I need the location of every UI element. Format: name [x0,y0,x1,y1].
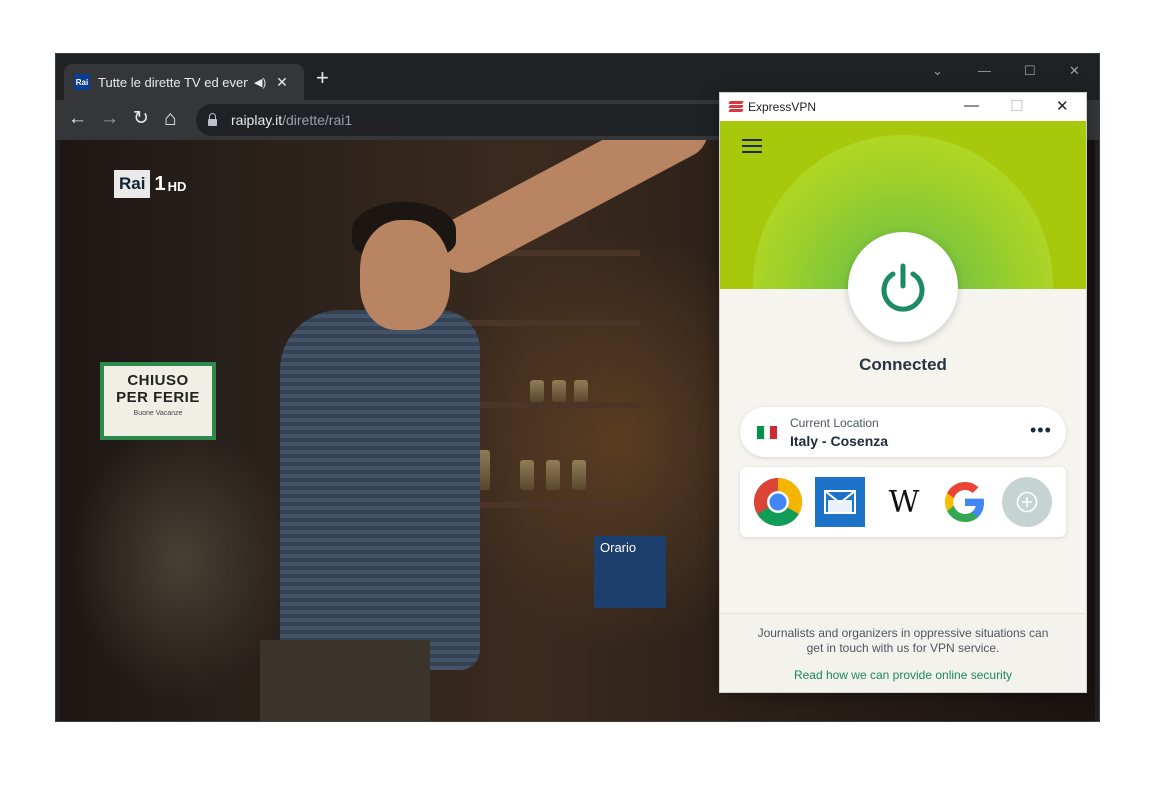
italy-flag-icon [757,426,778,439]
person-legs [260,640,430,721]
vpn-maximize-button: ☐ [1010,98,1024,115]
google-icon[interactable] [940,477,990,527]
jar [530,380,544,402]
jar [574,380,588,402]
closed-sign: CHIUSO PER FERIE Buone Vacanze [100,362,216,440]
rai-logo-brand: Rai [114,170,151,198]
rai-logo-quality: HD [167,178,187,194]
store-hours-sign: Orario [594,536,666,608]
sign-line-1: CHIUSO [127,372,189,389]
forward-button[interactable]: → [100,108,119,130]
location-label: Current Location [790,416,879,430]
minimize-button[interactable]: — [978,63,991,78]
mail-icon[interactable] [815,477,865,527]
maximize-button[interactable]: ☐ [1024,63,1036,79]
home-button[interactable]: ⌂ [164,108,177,130]
back-button[interactable]: ← [68,108,87,130]
connection-status: Connected [859,355,947,374]
jar [572,460,586,490]
wikipedia-icon[interactable]: W [879,477,929,527]
chrome-icon[interactable] [753,477,803,527]
power-button[interactable] [848,232,958,342]
sign-line-2: PER FERIE [116,389,200,406]
url-host: raiplay.it [231,112,283,128]
app-shortcuts: W [740,467,1066,537]
more-options-icon[interactable]: ••• [1030,420,1052,441]
chevron-down-icon[interactable]: ⌄ [932,63,943,79]
lock-icon[interactable] [208,112,217,126]
expressvpn-window: ExpressVPN — ☐ ✕ Connected Current Locat… [720,93,1086,692]
expressvpn-logo-icon [728,101,744,113]
location-selector[interactable]: Current Location Italy - Cosenza ••• [740,407,1066,457]
location-value: Italy - Cosenza [790,433,889,449]
vpn-app-title: ExpressVPN [748,100,817,114]
close-icon[interactable]: ✕ [276,74,288,91]
rai-logo-number: 1 [154,172,166,195]
footer-message: Journalists and organizers in oppressive… [757,626,1049,655]
url-path: /dirette/rai1 [282,112,353,128]
tab-raiplay[interactable]: Rai Tutte le dirette TV ed eventi ◀) ✕ [64,64,304,100]
tab-title: Tutte le dirette TV ed eventi [98,74,248,90]
close-window-button[interactable]: ✕ [1069,63,1080,79]
vpn-footer: Journalists and organizers in oppressive… [720,613,1086,692]
store-hours-label: Orario [600,540,637,555]
new-tab-button[interactable]: + [316,67,329,89]
vpn-minimize-button[interactable]: — [964,97,979,114]
sign-line-3: Buone Vacanze [133,410,183,417]
person-torso [280,310,480,670]
online-security-link[interactable]: Read how we can provide online security [720,668,1086,682]
jar [546,460,560,490]
channel-logo: Rai 1 HD [114,170,186,198]
jar [552,380,566,402]
jar [520,460,534,490]
person-arm [426,140,719,283]
power-icon [881,263,925,312]
vpn-titlebar: ExpressVPN — ☐ ✕ [720,93,1086,121]
hamburger-menu-icon[interactable] [742,139,762,157]
add-shortcut-icon[interactable] [1002,477,1052,527]
vpn-close-button[interactable]: ✕ [1056,97,1069,115]
rai-favicon-icon: Rai [74,74,90,90]
reload-button[interactable]: ↻ [133,108,149,130]
speaker-icon[interactable]: ◀) [254,76,266,89]
person-head [360,220,450,330]
